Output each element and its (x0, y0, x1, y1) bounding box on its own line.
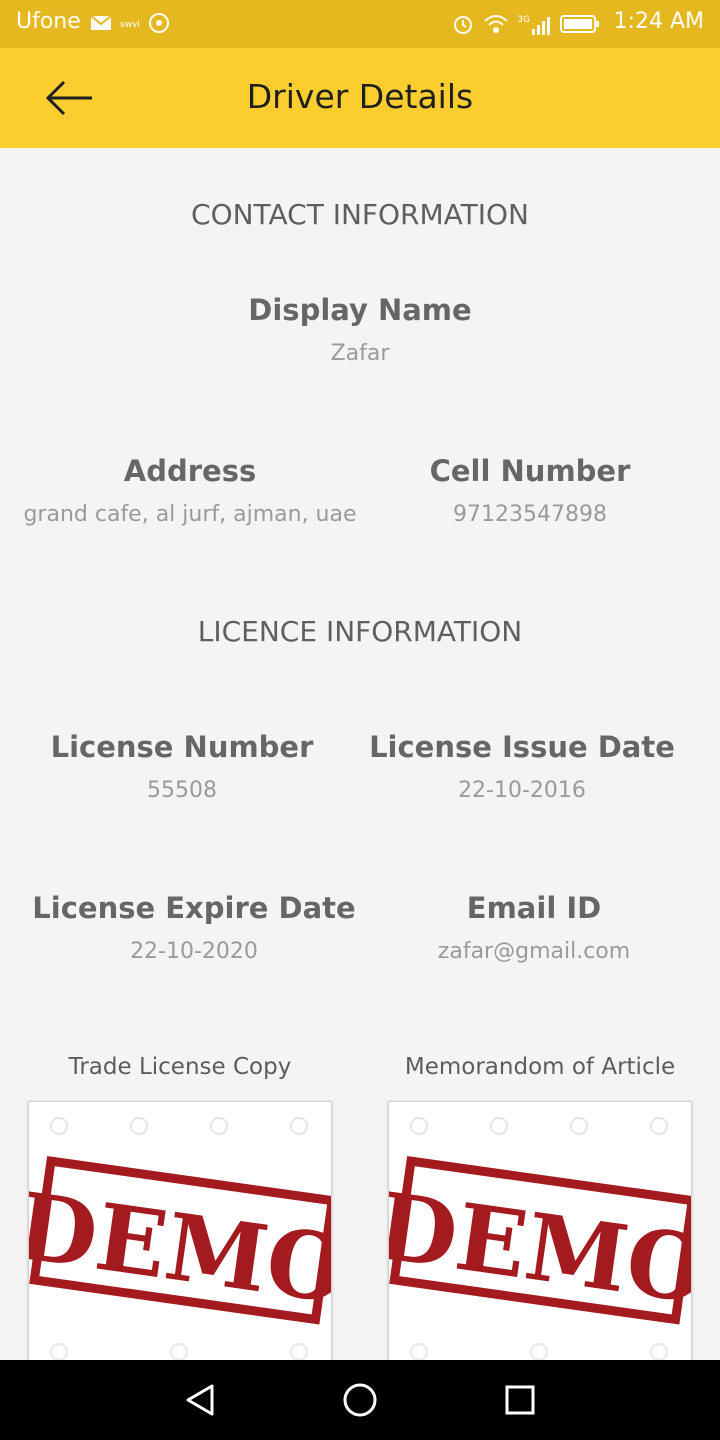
battery-icon (560, 14, 600, 38)
home-circle-icon (338, 1383, 382, 1426)
license-issue-date-label: License Issue Date (369, 730, 675, 764)
display-name-label: Display Name (248, 293, 472, 327)
address-value: grand cafe, al jurf, ajman, uae (23, 502, 357, 527)
trade-license-image[interactable]: DEMO (28, 1101, 332, 1371)
clock: 1:24 AM (613, 9, 704, 34)
license-number-value: 55508 (147, 778, 217, 803)
contact-section-title: CONTACT INFORMATION (191, 198, 529, 231)
license-number-label: License Number (50, 730, 314, 764)
license-issue-date-field: License Issue Date 22-10-2016 (362, 730, 682, 803)
address-field: Address grand cafe, al jurf, ajman, uae (0, 454, 380, 527)
trade-license-label: Trade License Copy (68, 1054, 292, 1080)
license-expire-date-field: License Expire Date 22-10-2020 (24, 891, 364, 964)
license-expire-date-value: 22-10-2020 (130, 939, 258, 964)
app-bar: Driver Details (0, 48, 720, 148)
licence-section-title: LICENCE INFORMATION (197, 615, 523, 648)
email-label: Email ID (466, 891, 602, 925)
back-triangle-icon (178, 1384, 222, 1426)
display-name-field: Display Name Zafar (160, 293, 560, 366)
status-bar: Ufone swvl 3G 1:24 AM (0, 0, 720, 48)
cell-number-field: Cell Number 97123547898 (380, 454, 680, 527)
page-title: Driver Details (246, 77, 474, 116)
license-issue-date-value: 22-10-2016 (458, 778, 586, 803)
memorandum-label: Memorandom of Article (404, 1054, 676, 1080)
email-value: zafar@gmail.com (437, 939, 631, 964)
cell-number-value: 97123547898 (453, 502, 607, 527)
display-name-value: Zafar (330, 341, 390, 366)
memorandum-image[interactable]: DEMO (388, 1101, 692, 1371)
system-nav-bar (0, 1360, 720, 1440)
imo-icon (148, 12, 170, 38)
email-field: Email ID zafar@gmail.com (384, 891, 684, 964)
nav-recents-button[interactable] (498, 1378, 542, 1422)
license-expire-date-label: License Expire Date (32, 891, 356, 925)
nav-back-button[interactable] (178, 1378, 222, 1422)
mail-icon (90, 14, 112, 36)
swvl-icon: swvl (120, 20, 140, 30)
wifi-icon (483, 13, 509, 39)
nav-home-button[interactable] (338, 1378, 382, 1422)
carrier-name: Ufone (16, 9, 81, 34)
cell-number-label: Cell Number (429, 454, 631, 488)
address-label: Address (123, 454, 257, 488)
license-number-field: License Number 55508 (22, 730, 342, 803)
recents-square-icon (498, 1385, 542, 1426)
signal-3g-icon: 3G (517, 15, 552, 37)
alarm-icon (451, 12, 475, 40)
